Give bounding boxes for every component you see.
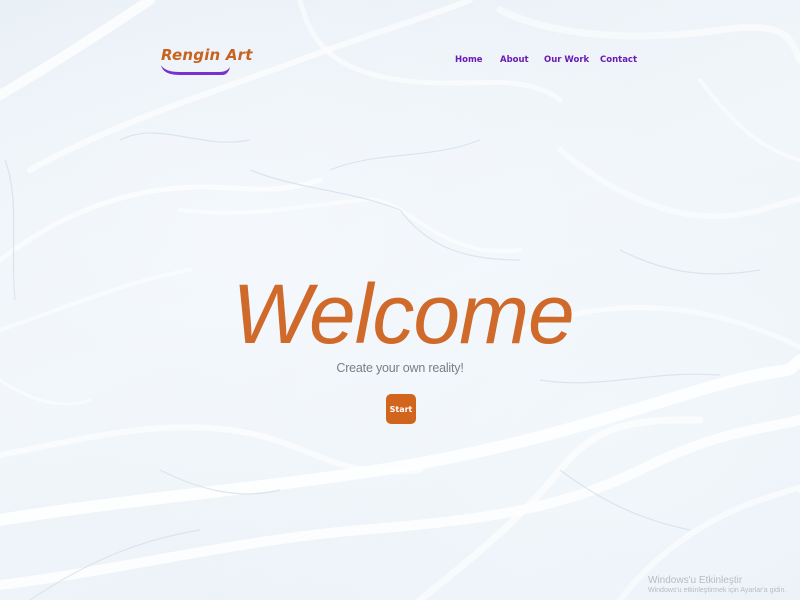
start-button[interactable]: Start bbox=[386, 394, 416, 424]
hero-subtitle: Create your own reality! bbox=[336, 361, 464, 375]
logo-swoosh-icon bbox=[161, 65, 230, 75]
windows-activation-watermark: Windows'u Etkinleştir Windows'u etkinleş… bbox=[648, 575, 798, 594]
watermark-title: Windows'u Etkinleştir bbox=[648, 575, 743, 586]
watermark-subtitle: Windows'u etkinleştirmek için Ayarlar'a … bbox=[648, 587, 787, 594]
nav-item-home[interactable]: Home bbox=[455, 55, 483, 65]
nav-item-about[interactable]: About bbox=[500, 55, 529, 65]
nav-item-our-work[interactable]: Our Work bbox=[544, 55, 589, 65]
brand-logo[interactable]: Rengin Art bbox=[160, 46, 252, 80]
nav-item-contact[interactable]: Contact bbox=[600, 55, 637, 65]
hero-title: Welcome bbox=[232, 267, 575, 361]
